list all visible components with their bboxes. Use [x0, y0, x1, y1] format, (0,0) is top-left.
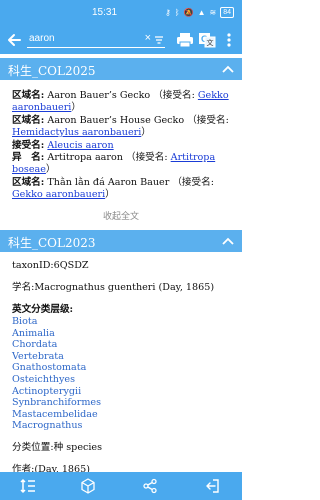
- taxon-link[interactable]: Mastacembelidae: [12, 409, 234, 421]
- taxon-id: taxonID:6QSDZ: [12, 260, 89, 271]
- signal-icon: ▲: [197, 8, 206, 17]
- line-spacing-icon[interactable]: [20, 478, 36, 494]
- section-title: 科生_COL2023: [8, 236, 96, 250]
- section-body-col2023: taxonID:6QSDZ 学名:Macrognathus guentheri …: [0, 254, 242, 472]
- result-row: 区域名: Aaron Bauer’s Gecko （接受名: Gekko aar…: [12, 90, 234, 115]
- filter-icon[interactable]: [154, 35, 164, 45]
- battery-level: 84: [223, 9, 231, 16]
- wifi-icon: ≋: [209, 8, 217, 17]
- result-row: 区域名: Thằn lằn đá Aaron Bauer （接受名: Gekko…: [12, 177, 234, 202]
- cube-icon[interactable]: [80, 478, 96, 494]
- section-header-col2023[interactable]: 科生_COL2023: [0, 230, 242, 252]
- row-tail: ）: [71, 102, 81, 114]
- result-row: 区域名: Aaron Bauer’s House Gecko （接受名: Hem…: [12, 115, 234, 140]
- row-tail: ）: [45, 164, 56, 176]
- chevron-up-icon[interactable]: [222, 64, 234, 74]
- taxon-link[interactable]: Animalia: [12, 328, 234, 340]
- status-icons: ⚷ ᛒ 🔕 ▲ ≋ 84: [165, 7, 234, 18]
- print-icon[interactable]: [176, 31, 194, 49]
- author: 作者:(Day, 1865): [12, 463, 90, 472]
- row-text: Aaron Bauer’s House Gecko （接受名:: [47, 114, 229, 126]
- share-icon[interactable]: [142, 478, 158, 494]
- row-label: 区域名:: [12, 114, 45, 126]
- bluetooth-icon: ᛒ: [174, 8, 180, 17]
- status-bar: 15:31 ⚷ ᛒ 🔕 ▲ ≋ 84: [0, 0, 242, 26]
- translate-icon[interactable]: G 文: [198, 31, 216, 49]
- taxon-link[interactable]: Gnathostomata: [12, 362, 234, 374]
- classification-list: Biota Animalia Chordata Vertebrata Gnath…: [12, 316, 234, 432]
- taxon-link[interactable]: Biota: [12, 316, 234, 328]
- taxon-link[interactable]: Vertebrata: [12, 351, 234, 363]
- row-label: 接受名:: [12, 139, 45, 151]
- chevron-up-icon[interactable]: [222, 236, 234, 246]
- accepted-name-link[interactable]: Aleucis aaron: [47, 140, 113, 151]
- battery-icon: 84: [220, 7, 234, 18]
- taxon-link[interactable]: Macrognathus: [12, 420, 234, 432]
- result-row: 异 名: Artitropa aaron （接受名: Artitropa bos…: [12, 152, 234, 177]
- taxon-link[interactable]: Osteichthyes: [12, 374, 234, 386]
- clear-icon[interactable]: ×: [145, 32, 151, 44]
- row-label: 异 名:: [12, 152, 45, 164]
- accepted-name-link[interactable]: Hemidactylus aaronbaueri: [12, 127, 141, 138]
- row-tail: ）: [105, 189, 115, 201]
- classification-heading: 英文分类层级:: [12, 304, 74, 315]
- section-body-col2025: 区域名: Aaron Bauer’s Gecko （接受名: Gekko aar…: [0, 84, 242, 204]
- mute-icon: 🔕: [183, 8, 194, 17]
- collapse-text-button[interactable]: 收起全文: [0, 209, 242, 222]
- row-text: Aaron Bauer’s Gecko （接受名:: [47, 90, 195, 101]
- exit-icon[interactable]: [204, 478, 220, 494]
- svg-text:文: 文: [207, 38, 214, 47]
- taxon-link[interactable]: Synbranchiformes: [12, 397, 234, 409]
- rank: 分类位置:种 species: [12, 441, 103, 453]
- status-time: 15:31: [92, 7, 118, 18]
- result-row: 接受名: Aleucis aaron: [12, 140, 234, 152]
- taxon-link[interactable]: Chordata: [12, 339, 234, 351]
- toolbar: aaron × G 文: [0, 26, 242, 54]
- section-header-col2025[interactable]: 科生_COL2025: [0, 58, 242, 80]
- row-label: 区域名:: [12, 176, 45, 188]
- search-input[interactable]: aaron ×: [27, 32, 165, 48]
- row-text: Artitropa aaron （接受名:: [47, 152, 168, 164]
- more-vert-icon[interactable]: [224, 32, 234, 48]
- taxon-link[interactable]: Actinopterygii: [12, 386, 234, 398]
- accepted-name-link[interactable]: Gekko aaronbaueri: [12, 189, 105, 200]
- row-label: 区域名:: [12, 90, 45, 101]
- key-icon: ⚷: [164, 8, 171, 17]
- section-title: 科生_COL2025: [8, 64, 96, 78]
- scientific-name: 学名:Macrognathus guentheri (Day, 1865): [12, 282, 215, 293]
- search-value: aaron: [29, 33, 55, 44]
- back-arrow-icon[interactable]: [6, 31, 22, 49]
- row-tail: ）: [141, 127, 151, 139]
- bottom-bar: [0, 472, 242, 500]
- row-text: Thằn lằn đá Aaron Bauer （接受名:: [47, 176, 214, 188]
